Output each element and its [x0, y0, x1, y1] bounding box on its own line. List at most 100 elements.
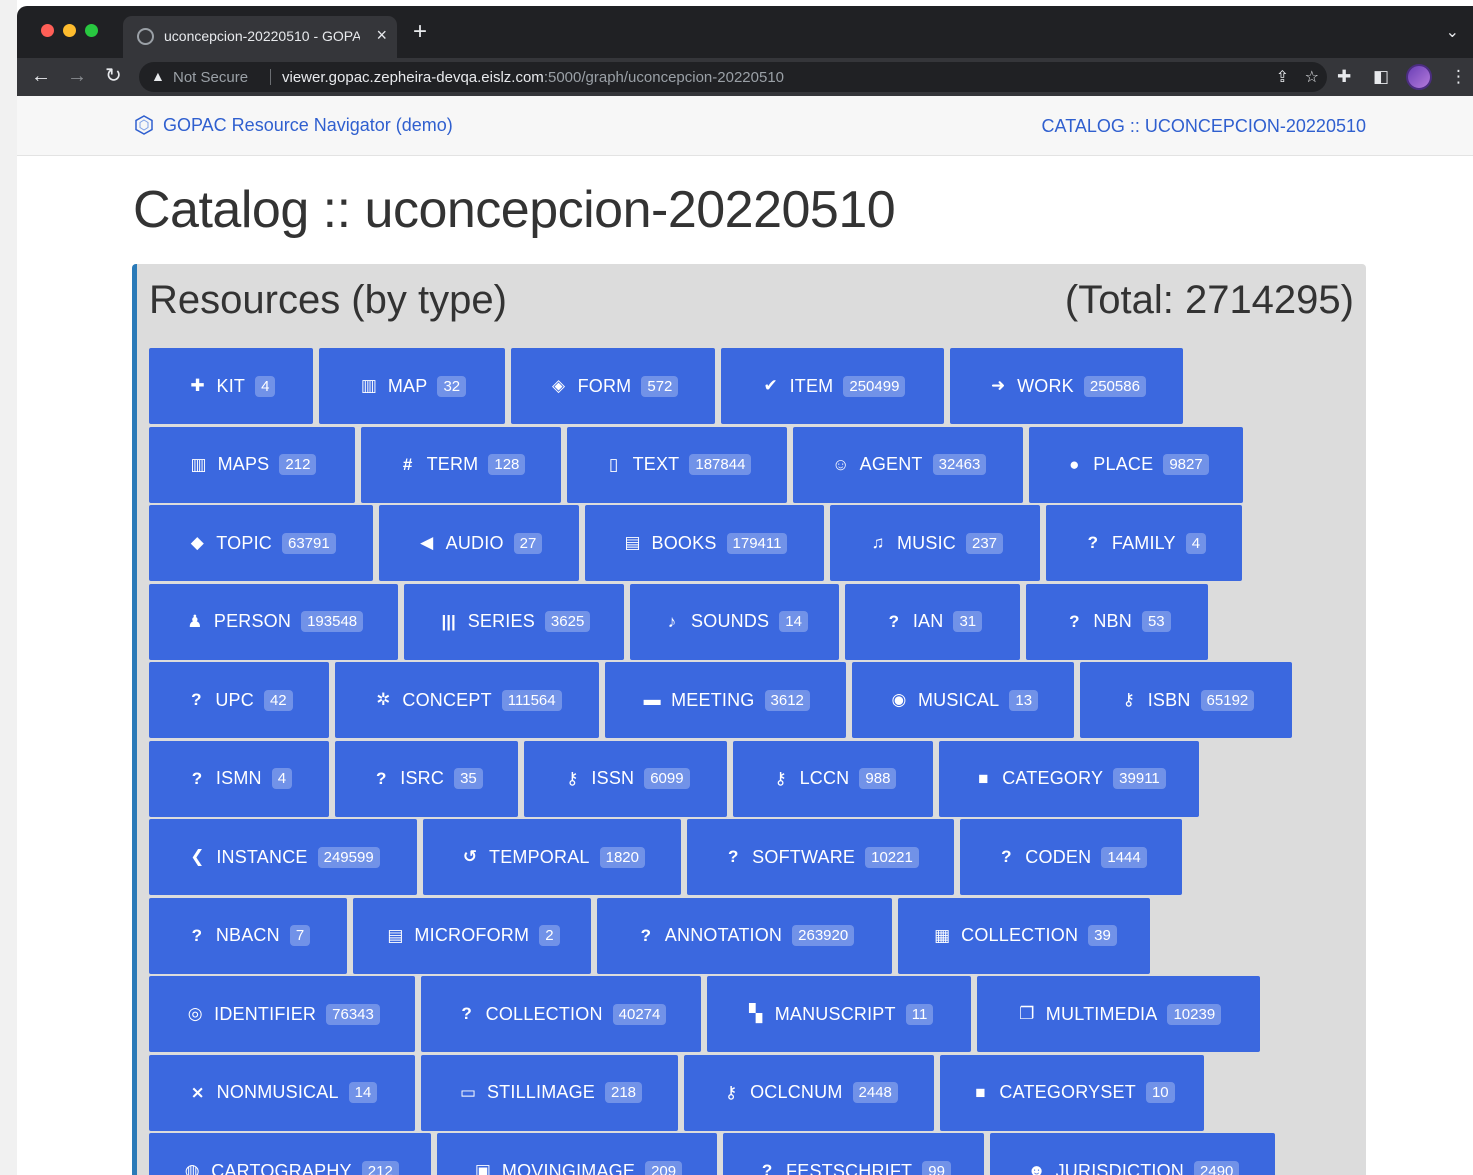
profile-avatar[interactable]: [1406, 64, 1432, 90]
resource-button-microform[interactable]: ▤ MICROFORM 2: [353, 897, 591, 974]
resource-button-place[interactable]: ● PLACE 9827: [1029, 426, 1243, 503]
resource-button-term[interactable]: # TERM 128: [361, 426, 561, 503]
resource-button-instance[interactable]: ❮ INSTANCE 249599: [149, 819, 417, 895]
question-icon: ?: [191, 768, 203, 788]
resource-button-item[interactable]: ✔ ITEM 250499: [721, 348, 944, 424]
resource-button-map[interactable]: ▥ MAP 32: [319, 348, 505, 424]
resource-button-stillimage[interactable]: ▭ STILLIMAGE 218: [421, 1054, 678, 1131]
not-secure-label[interactable]: Not Secure: [173, 69, 248, 86]
resource-label: COLLECTION: [485, 1003, 603, 1024]
resource-button-lccn[interactable]: ⚷ LCCN 988: [733, 740, 933, 817]
minimize-window-button[interactable]: [63, 24, 76, 37]
resource-button-annotation[interactable]: ? ANNOTATION 263920: [597, 897, 892, 974]
resource-button-text[interactable]: ▯ TEXT 187844: [567, 426, 787, 503]
resource-button-nbacn[interactable]: ? NBACN 7: [149, 897, 347, 974]
resource-button-isbn[interactable]: ⚷ ISBN 65192: [1080, 662, 1292, 738]
resource-button-collection[interactable]: ▦ COLLECTION 39: [898, 897, 1150, 974]
resource-button-movingimage[interactable]: ▣ MOVINGIMAGE 209: [437, 1133, 717, 1175]
extensions-icon[interactable]: ✚: [1337, 67, 1351, 87]
resource-button-concept[interactable]: ✲ CONCEPT 111564: [335, 662, 599, 738]
resource-button-festschrift[interactable]: ? FESTSCHRIFT 99: [723, 1133, 984, 1175]
count-badge: 14: [779, 611, 808, 632]
resource-row: ? UPC 42 ✲ CONCEPT 111564 ▬ MEETING 3612 ◉ MUSICAL…: [149, 662, 1329, 740]
close-window-button[interactable]: [41, 24, 54, 37]
resource-label: SERIES: [467, 611, 535, 631]
resource-button-issn[interactable]: ⚷ ISSN 6099: [524, 740, 727, 817]
resource-button-agent[interactable]: ☺ AGENT 32463: [793, 426, 1023, 503]
url-text[interactable]: viewer.gopac.zepheira-devqa.eislz.com:50…: [282, 69, 784, 86]
resource-button-topic[interactable]: ◆ TOPIC 63791: [149, 505, 373, 581]
count-badge: 212: [361, 1160, 399, 1175]
resource-button-ian[interactable]: ? IAN 31: [845, 583, 1020, 660]
resource-button-upc[interactable]: ? UPC 42: [149, 662, 329, 738]
maximize-window-button[interactable]: [85, 24, 98, 37]
resource-button-series[interactable]: ||| SERIES 3625: [404, 583, 624, 660]
globe-icon: ◍: [184, 1161, 200, 1175]
back-icon[interactable]: ←: [31, 64, 51, 88]
resource-button-category[interactable]: ■ CATEGORY 39911: [939, 740, 1199, 817]
brand-text[interactable]: GOPAC Resource Navigator (demo): [163, 115, 453, 136]
browser-tab[interactable]: uconcepcion-20220510 - GOPAC ×: [123, 16, 397, 58]
warning-icon[interactable]: ▲: [151, 68, 165, 84]
reload-icon[interactable]: ↻: [105, 64, 122, 88]
breadcrumb[interactable]: CATALOG :: UCONCEPCION-20220510: [1042, 116, 1366, 137]
resource-button-nonmusical[interactable]: ⨯ NONMUSICAL 14: [149, 1054, 415, 1131]
resource-button-person[interactable]: ♟ PERSON 193548: [149, 583, 398, 660]
resource-button-isrc[interactable]: ? ISRC 35: [335, 740, 518, 817]
resource-button-ismn[interactable]: ? ISMN 4: [149, 740, 329, 817]
brand-link[interactable]: GOPAC Resource Navigator (demo): [133, 114, 453, 136]
tab-close-icon[interactable]: ×: [376, 24, 387, 46]
count-badge: 193548: [301, 611, 364, 632]
check-circle-icon: ✔: [763, 376, 778, 395]
resource-button-work[interactable]: ➜ WORK 250586: [950, 348, 1183, 424]
count-badge: 32463: [932, 454, 987, 475]
resource-button-meeting[interactable]: ▬ MEETING 3612: [605, 662, 846, 738]
resource-button-multimedia[interactable]: ❐ MULTIMEDIA 10239: [977, 976, 1260, 1052]
resource-label: ANNOTATION: [664, 925, 783, 945]
resource-row: ? NBACN 7 ▤ MICROFORM 2? ANNOTATION 263920 ▦ COLL…: [149, 897, 1329, 976]
address-bar[interactable]: ▲ Not Secure viewer.gopac.zepheira-devqa…: [139, 62, 1327, 92]
resource-button-oclcnum[interactable]: ⚷ OCLCNUM 2448: [684, 1054, 934, 1131]
square-icon: ■: [975, 1082, 986, 1102]
resource-button-maps[interactable]: ▥ MAPS 212: [149, 426, 355, 503]
panel-title: Resources (by type): [149, 278, 507, 322]
browser-menu-icon[interactable]: ⋮: [1450, 67, 1467, 87]
count-badge: 1820: [599, 846, 645, 868]
key-icon: ⚷: [774, 768, 787, 788]
resource-button-nbn[interactable]: ? NBN 53: [1026, 583, 1208, 660]
question-icon: ?: [191, 690, 202, 709]
resource-row: ⨯ NONMUSICAL 14 ▭ STILLIMAGE 218 ⚷ OCLCNUM 2448 ■…: [149, 1054, 1329, 1133]
resource-button-identifier[interactable]: ◎ IDENTIFIER 76343: [149, 976, 415, 1052]
count-badge: 39: [1088, 925, 1117, 946]
resource-button-jurisdiction[interactable]: ☻ JURISDICTION 2490: [990, 1133, 1275, 1175]
resource-button-temporal[interactable]: ↺ TEMPORAL 1820: [423, 819, 681, 895]
resource-label: UPC: [215, 689, 254, 710]
resource-label: STILLIMAGE: [486, 1082, 595, 1102]
resource-button-musical[interactable]: ◉ MUSICAL 13: [852, 662, 1074, 738]
resource-button-music[interactable]: ♫ MUSIC 237: [830, 505, 1040, 581]
resource-button-family[interactable]: ? FAMILY 4: [1046, 505, 1242, 581]
resource-button-form[interactable]: ◈ FORM 572: [511, 348, 715, 424]
resource-button-audio[interactable]: ◀ AUDIO 27: [379, 505, 579, 581]
count-badge: 2: [539, 925, 560, 946]
resource-button-categoryset[interactable]: ■ CATEGORYSET 10: [940, 1054, 1204, 1131]
new-tab-button[interactable]: +: [413, 20, 427, 44]
side-panel-icon[interactable]: ◧: [1373, 67, 1389, 87]
count-badge: 3625: [544, 611, 591, 632]
resource-button-kit[interactable]: ✚ KIT 4: [149, 348, 313, 424]
resource-button-coden[interactable]: ? CODEN 1444: [960, 819, 1182, 895]
forward-icon[interactable]: →: [67, 64, 87, 88]
count-badge: 42: [263, 689, 293, 711]
share-icon[interactable]: ⇪: [1276, 67, 1289, 87]
resource-button-collection[interactable]: ? COLLECTION 40274: [421, 976, 701, 1052]
star-icon[interactable]: ☆: [1305, 67, 1319, 87]
resource-button-cartography[interactable]: ◍ CARTOGRAPHY 212: [149, 1133, 431, 1175]
resource-button-books[interactable]: ▤ BOOKS 179411: [585, 505, 824, 581]
resource-button-sounds[interactable]: ♪ SOUNDS 14: [630, 583, 839, 660]
document-icon: ▤: [387, 925, 404, 945]
count-badge: 2490: [1194, 1160, 1240, 1175]
question-icon: ?: [1069, 611, 1080, 631]
resource-button-manuscript[interactable]: ▚ MANUSCRIPT 11: [707, 976, 971, 1052]
resource-button-software[interactable]: ? SOFTWARE 10221: [687, 819, 954, 895]
tab-search-chevron-icon[interactable]: ⌄: [1446, 22, 1459, 42]
